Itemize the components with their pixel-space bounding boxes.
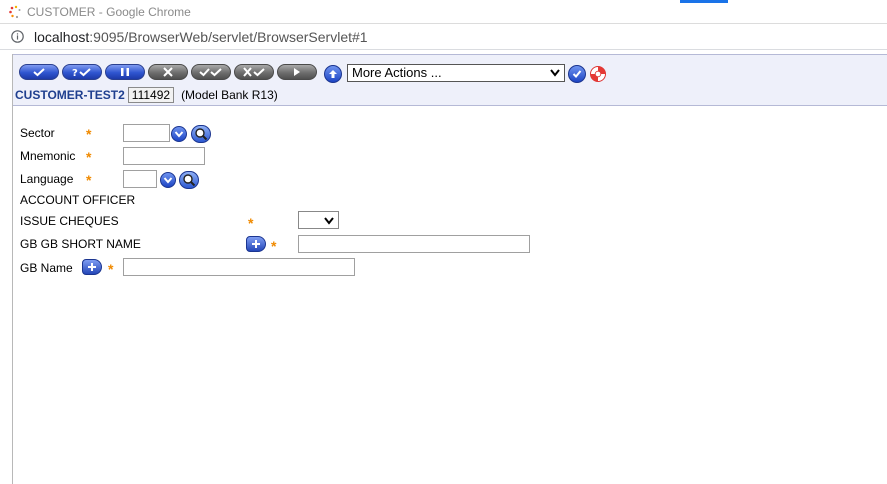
toolbar: ? More Actions ... CUSTOMER-TEST2 111492… xyxy=(13,54,887,106)
commit-button[interactable] xyxy=(19,64,59,80)
validate-button[interactable]: ? xyxy=(62,64,102,80)
sector-dropdown-button[interactable] xyxy=(171,126,187,142)
check-icon xyxy=(33,68,45,77)
sector-required-mark: * xyxy=(86,126,92,142)
language-dropdown-button[interactable] xyxy=(160,172,176,188)
check-icon xyxy=(572,70,582,78)
sector-label: Sector xyxy=(20,126,55,140)
gb-short-name-required-mark: * xyxy=(271,238,277,254)
gb-name-input[interactable] xyxy=(123,258,355,276)
record-description: (Model Bank R13) xyxy=(181,88,278,102)
gb-name-label: GB Name xyxy=(20,261,73,275)
magnifier-icon xyxy=(183,174,196,187)
chevron-down-icon xyxy=(550,69,560,77)
chevron-down-icon xyxy=(324,217,334,225)
issue-cheques-select[interactable] xyxy=(298,211,339,229)
mnemonic-required-mark: * xyxy=(86,149,92,165)
more-actions-value: More Actions ... xyxy=(352,65,442,80)
svg-text:?: ? xyxy=(72,68,78,78)
app-frame: ? More Actions ... CUSTOMER-TEST2 111492… xyxy=(12,54,887,484)
more-actions-select[interactable]: More Actions ... xyxy=(347,64,565,82)
gb-name-required-mark: * xyxy=(108,261,114,277)
next-button[interactable] xyxy=(277,64,317,80)
magnifier-icon xyxy=(195,128,208,141)
url-host: localhost xyxy=(34,29,90,45)
url-path: :9095/BrowserWeb/servlet/BrowserServlet#… xyxy=(89,29,368,45)
account-officer-label: ACCOUNT OFFICER xyxy=(20,193,136,207)
issue-cheques-label: ISSUE CHEQUES xyxy=(20,214,119,228)
hold-button[interactable] xyxy=(105,64,145,80)
mnemonic-label: Mnemonic xyxy=(20,149,76,163)
delete-button[interactable] xyxy=(148,64,188,80)
record-id: 111492 xyxy=(127,87,175,103)
authorise-button[interactable] xyxy=(191,64,231,80)
x-check-icon xyxy=(243,67,265,77)
app-icon xyxy=(9,5,21,19)
gb-name-expand-button[interactable] xyxy=(82,259,102,275)
language-required-mark: * xyxy=(86,172,92,188)
browser-title-bar: CUSTOMER - Google Chrome xyxy=(0,0,887,24)
url-text[interactable]: localhost:9095/BrowserWeb/servlet/Browse… xyxy=(34,29,368,45)
language-input[interactable] xyxy=(123,170,157,188)
language-label: Language xyxy=(20,172,74,186)
lifebuoy-help-icon[interactable] xyxy=(589,65,607,83)
info-icon[interactable] xyxy=(11,30,24,43)
chevron-down-icon xyxy=(174,131,184,138)
double-check-icon xyxy=(199,68,222,77)
sector-input[interactable] xyxy=(123,124,170,142)
arrow-up-icon xyxy=(329,70,337,78)
go-action-button[interactable] xyxy=(568,65,586,83)
triangle-right-icon xyxy=(294,68,300,76)
issue-cheques-required-mark: * xyxy=(248,215,254,231)
tab-accent xyxy=(680,0,728,3)
sector-search-button[interactable] xyxy=(191,125,211,143)
reverse-button[interactable] xyxy=(234,64,274,80)
chevron-down-icon xyxy=(163,177,173,184)
gb-short-name-input[interactable] xyxy=(298,235,530,253)
plus-icon xyxy=(252,240,260,248)
up-arrow-button[interactable] xyxy=(324,65,342,83)
mnemonic-input[interactable] xyxy=(123,147,205,165)
window-title: CUSTOMER - Google Chrome xyxy=(27,5,191,19)
pause-icon xyxy=(121,68,129,76)
gb-short-name-label: GB GB SHORT NAME xyxy=(20,237,141,251)
gb-short-name-expand-button[interactable] xyxy=(246,236,266,252)
language-search-button[interactable] xyxy=(179,171,199,189)
record-header: CUSTOMER-TEST2 111492 (Model Bank R13) xyxy=(15,87,278,103)
address-bar[interactable]: localhost:9095/BrowserWeb/servlet/Browse… xyxy=(0,24,887,50)
question-check-icon: ? xyxy=(72,68,91,78)
record-name: CUSTOMER-TEST2 xyxy=(15,88,125,102)
plus-icon xyxy=(88,263,96,271)
x-icon xyxy=(163,67,173,77)
